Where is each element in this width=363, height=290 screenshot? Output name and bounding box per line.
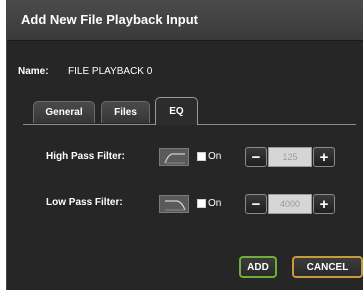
high-pass-decrement-button[interactable]: − — [245, 147, 267, 167]
tab-eq[interactable]: EQ — [155, 97, 198, 125]
tab-general[interactable]: General — [33, 101, 95, 123]
dialog-title: Add New File Playback Input — [21, 12, 198, 27]
low-pass-filter-label: Low Pass Filter: — [46, 197, 123, 208]
high-pass-on-label: On — [208, 151, 222, 162]
high-pass-filter-label: High Pass Filter: — [46, 151, 125, 162]
high-pass-filter-icon — [159, 148, 189, 166]
add-button[interactable]: ADD — [239, 256, 277, 278]
tab-files[interactable]: Files — [101, 101, 150, 123]
name-label: Name: — [18, 66, 49, 77]
low-pass-increment-button[interactable]: + — [313, 194, 335, 214]
add-file-playback-dialog: Add New File Playback Input Name: FILE P… — [6, 0, 363, 290]
low-pass-on-label: On — [208, 198, 222, 209]
dialog-titlebar[interactable]: Add New File Playback Input — [7, 0, 363, 41]
high-pass-on-checkbox[interactable] — [197, 152, 206, 161]
cancel-button[interactable]: CANCEL — [292, 256, 363, 278]
low-pass-decrement-button[interactable]: − — [245, 194, 267, 214]
name-value: FILE PLAYBACK 0 — [68, 66, 153, 77]
low-pass-filter-icon — [159, 195, 189, 213]
high-pass-value-input[interactable]: 125 — [268, 147, 312, 167]
low-pass-on-checkbox[interactable] — [197, 199, 206, 208]
high-pass-increment-button[interactable]: + — [313, 147, 335, 167]
low-pass-value-input[interactable]: 4000 — [268, 194, 312, 214]
